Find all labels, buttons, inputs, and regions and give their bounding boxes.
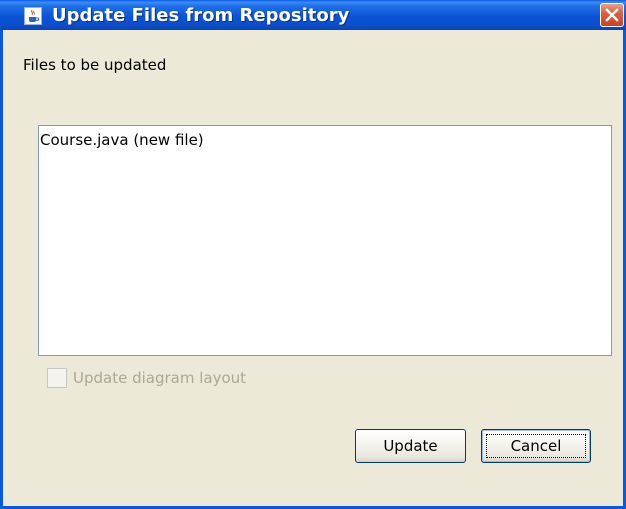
update-diagram-layout-checkbox[interactable] — [47, 368, 67, 388]
list-item[interactable]: Course.java (new file) — [40, 131, 204, 149]
close-button[interactable] — [600, 3, 624, 27]
update-button-label: Update — [383, 437, 438, 455]
window-title: Update Files from Repository — [52, 5, 350, 26]
java-cup-icon — [24, 7, 42, 25]
update-diagram-layout-label: Update diagram layout — [73, 369, 247, 387]
cancel-button-label: Cancel — [510, 437, 562, 455]
close-icon — [605, 8, 619, 22]
cancel-button[interactable]: Cancel — [481, 429, 591, 463]
dialog-window: Update Files from Repository Files to be… — [0, 0, 626, 509]
title-bar[interactable]: Update Files from Repository — [0, 0, 626, 30]
files-to-update-label: Files to be updated — [23, 56, 167, 74]
update-button[interactable]: Update — [355, 429, 466, 463]
files-list[interactable]: Course.java (new file) — [38, 125, 612, 356]
